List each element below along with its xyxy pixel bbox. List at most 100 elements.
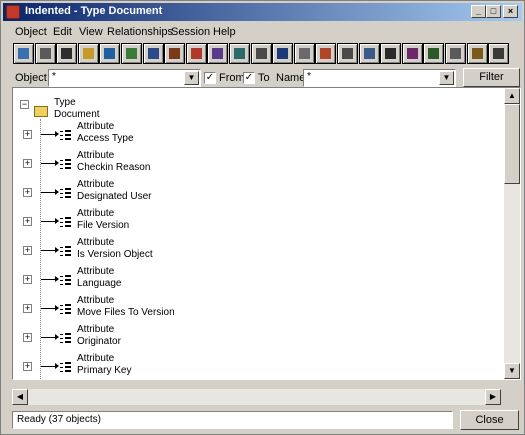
pen-icon[interactable] <box>466 43 488 64</box>
settings-icon[interactable] <box>401 43 423 64</box>
scroll-thumb[interactable] <box>504 104 520 184</box>
tree-item[interactable]: + Attribute File Version <box>13 205 503 234</box>
title-bar[interactable]: Indented - Type Document _ □ × <box>3 3 522 21</box>
expand-icon[interactable]: + <box>23 217 32 226</box>
from-checkbox[interactable]: ✓ <box>204 72 216 84</box>
scroll-left-icon[interactable]: ◀ <box>12 389 28 405</box>
app-icon <box>6 5 20 19</box>
item-name-label[interactable]: Access Type <box>77 133 134 144</box>
link-icon[interactable] <box>315 43 337 64</box>
page-icon-glyph <box>342 48 353 59</box>
minimize-button[interactable]: _ <box>471 5 486 18</box>
eraser-icon[interactable] <box>445 43 466 64</box>
object-combo-value: * <box>52 71 56 82</box>
tree-connector <box>41 279 55 280</box>
scroll-up-icon[interactable]: ▲ <box>504 88 520 104</box>
menu-relationships[interactable]: Relationships <box>107 26 173 38</box>
item-type-label: Attribute <box>77 324 115 335</box>
tree-item[interactable]: + Attribute Primary Key <box>13 350 503 379</box>
tree-connector <box>41 366 55 367</box>
user-icon[interactable] <box>142 43 164 64</box>
close-window-button[interactable]: × <box>503 5 518 18</box>
maximize-button[interactable]: □ <box>486 5 501 18</box>
item-name-label[interactable]: Is Version Object <box>77 249 153 260</box>
chevron-down-icon[interactable]: ▼ <box>439 71 454 85</box>
to-checkbox[interactable]: ✓ <box>243 72 255 84</box>
tree-view[interactable]: − Type Document + Attribute Access Type + At… <box>12 87 521 380</box>
vertical-scrollbar[interactable]: ▲ ▼ <box>504 88 520 379</box>
attribute-icon <box>60 217 71 228</box>
item-type-label: Attribute <box>77 266 115 277</box>
tree-item[interactable]: + Attribute Access Type <box>13 118 503 147</box>
horizontal-scrollbar[interactable]: ◀ ▶ <box>12 389 501 405</box>
expand-icon[interactable]: + <box>23 188 32 197</box>
expand-icon[interactable]: + <box>23 275 32 284</box>
book-icon[interactable] <box>207 43 229 64</box>
expand-icon[interactable]: + <box>23 304 32 313</box>
name-combo[interactable]: * ▼ <box>303 69 456 87</box>
properties-icon-glyph <box>126 48 137 59</box>
hourglass-icon-glyph <box>190 48 202 59</box>
monitor-icon[interactable] <box>229 43 250 64</box>
expand-icon[interactable]: + <box>23 159 32 168</box>
hourglass-icon[interactable] <box>185 43 207 64</box>
connect-icon[interactable] <box>99 43 121 64</box>
object-label: Object <box>15 72 47 84</box>
main-window: Indented - Type Document _ □ × Object Ed… <box>0 0 525 435</box>
save-icon-glyph <box>277 48 289 59</box>
expand-icon[interactable]: + <box>23 246 32 255</box>
tree-item[interactable]: + Attribute Is Version Object <box>13 234 503 263</box>
list-icon[interactable] <box>56 43 78 64</box>
tree-item[interactable]: + Attribute Originator <box>13 321 503 350</box>
item-name-label[interactable]: Designated User <box>77 191 151 202</box>
expand-icon[interactable]: + <box>23 362 32 371</box>
folder-icon <box>34 106 48 117</box>
scroll-down-icon[interactable]: ▼ <box>504 363 520 379</box>
menu-view[interactable]: View <box>79 26 103 38</box>
collapse-icon[interactable]: − <box>20 100 29 109</box>
properties-icon[interactable] <box>121 43 142 64</box>
attribute-icon <box>60 275 71 286</box>
attribute-icon <box>60 333 71 344</box>
scroll-right-icon[interactable]: ▶ <box>485 389 501 405</box>
tree-item[interactable]: + Attribute Checkin Reason <box>13 147 503 176</box>
expand-icon[interactable]: + <box>23 130 32 139</box>
tree-item[interactable]: + Attribute Designated User <box>13 176 503 205</box>
item-name-label[interactable]: Language <box>77 278 122 289</box>
window-icon[interactable] <box>358 43 380 64</box>
item-name-label[interactable]: Primary Key <box>77 365 131 376</box>
attribute-icon <box>60 188 71 199</box>
new-document-icon[interactable] <box>13 43 34 64</box>
users-icon[interactable] <box>164 43 186 64</box>
folder-icon[interactable] <box>77 43 99 64</box>
item-name-label[interactable]: Move Files To Version <box>77 307 175 318</box>
attribute-icon <box>60 246 71 257</box>
item-name-label[interactable]: Checkin Reason <box>77 162 150 173</box>
print-icon[interactable] <box>488 43 510 64</box>
menu-help[interactable]: Help <box>213 26 236 38</box>
name-label: Name <box>276 72 306 84</box>
open-document-icon[interactable] <box>34 43 56 64</box>
tree-item[interactable]: + Attribute Language <box>13 263 503 292</box>
item-type-label: Attribute <box>77 295 115 306</box>
document-icon[interactable] <box>293 43 315 64</box>
search-icon[interactable] <box>250 43 272 64</box>
item-type-label: Attribute <box>77 121 115 132</box>
menu-session[interactable]: Session <box>171 26 210 38</box>
object-combo[interactable]: * ▼ <box>48 69 201 87</box>
page-icon[interactable] <box>337 43 358 64</box>
item-name-label[interactable]: Originator <box>77 336 121 347</box>
menu-edit[interactable]: Edit <box>53 26 72 38</box>
layout-icon[interactable] <box>380 43 402 64</box>
chevron-down-icon[interactable]: ▼ <box>184 71 199 85</box>
arrow-icon <box>55 276 59 282</box>
item-name-label[interactable]: File Version <box>77 220 129 231</box>
filter-button[interactable]: Filter <box>463 68 520 87</box>
close-button[interactable]: Close <box>460 410 519 430</box>
expand-icon[interactable]: + <box>23 333 32 342</box>
tree-item[interactable]: + Attribute Move Files To Version <box>13 292 503 321</box>
window-icon-glyph <box>363 48 375 59</box>
menu-object[interactable]: Object <box>15 26 47 38</box>
save-icon[interactable] <box>272 43 294 64</box>
hierarchy-icon[interactable] <box>423 43 445 64</box>
